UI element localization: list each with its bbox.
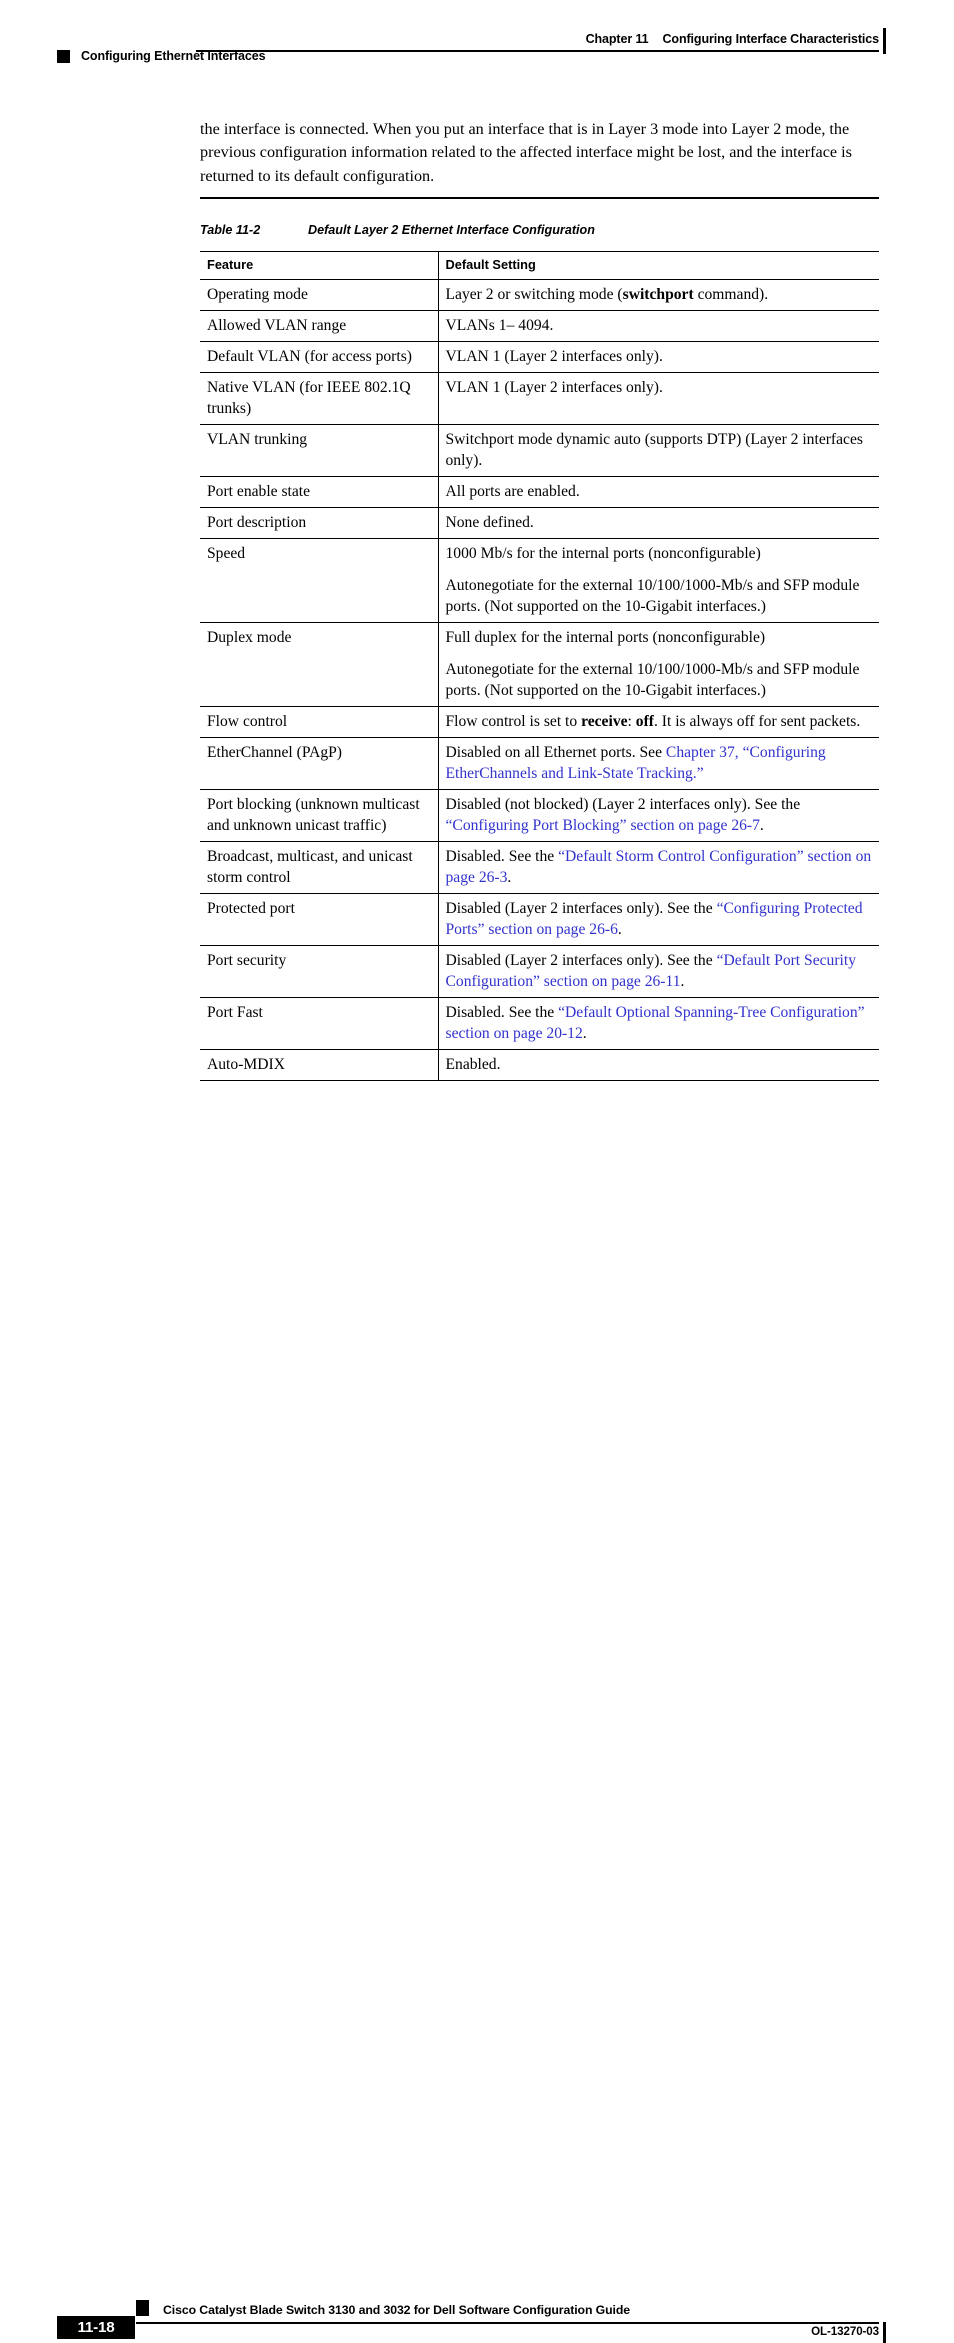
cell-feature: Protected port [200, 893, 438, 946]
header-chapter-info: Chapter 11 Configuring Interface Characte… [585, 32, 880, 46]
table-caption-number: Table 11-2 [200, 222, 261, 237]
table-row: Broadcast, multicast, and unicast storm … [200, 841, 879, 894]
cell-feature: Auto-MDIX [200, 1049, 438, 1081]
cell-default-setting: Disabled. See the “Default Storm Control… [437, 841, 879, 894]
cell-feature: Operating mode [200, 279, 438, 311]
header-chapter-title: Configuring Interface Characteristics [662, 32, 880, 46]
column-header-default-setting: Default Setting [437, 250, 879, 280]
page-header: Chapter 11 Configuring Interface Characte… [0, 0, 954, 80]
cell-feature: Port Fast [200, 997, 438, 1050]
table-row: Port enable state All ports are enabled. [200, 476, 879, 508]
table-header-row: Feature Default Setting [200, 250, 879, 280]
table-row: Port blocking (unknown multicast and unk… [200, 789, 879, 842]
table-caption-title: Default Layer 2 Ethernet Interface Confi… [308, 222, 595, 237]
cell-feature: Port blocking (unknown multicast and unk… [200, 789, 438, 842]
page-footer: Cisco Catalyst Blade Switch 3130 and 303… [0, 1145, 954, 2343]
cell-default-setting: None defined. [437, 507, 879, 539]
footer-end-bar [883, 2322, 886, 2343]
cell-default-setting: VLAN 1 (Layer 2 interfaces only). [437, 372, 879, 425]
header-end-bar [883, 28, 886, 54]
cell-default-setting: Disabled (Layer 2 interfaces only). See … [437, 945, 879, 998]
cell-feature: Port enable state [200, 476, 438, 508]
header-chapter-number: Chapter 11 [585, 32, 649, 46]
table-row: Auto-MDIX Enabled. [200, 1049, 879, 1081]
table-row: Flow control Flow control is set to recei… [200, 706, 879, 738]
cell-default-setting: 1000 Mb/s for the internal ports (noncon… [437, 538, 879, 623]
cell-default-setting: Disabled (Layer 2 interfaces only). See … [437, 893, 879, 946]
footer-page-number: 11-18 [57, 2316, 135, 2339]
cell-feature: VLAN trunking [200, 424, 438, 477]
default-config-table: Feature Default Setting Operating mode La… [200, 250, 879, 1081]
table-row: Speed 1000 Mb/s for the internal ports (n… [200, 538, 879, 623]
cell-feature: EtherChannel (PAgP) [200, 737, 438, 790]
cell-feature: Broadcast, multicast, and unicast storm … [200, 841, 438, 894]
column-header-feature: Feature [200, 250, 438, 280]
cell-feature: Port description [200, 507, 438, 539]
footer-document-title: Cisco Catalyst Blade Switch 3130 and 303… [163, 2303, 631, 2317]
page-content: the interface is connected. When you put… [200, 118, 879, 1081]
table-row: Port description None defined. [200, 507, 879, 539]
table-head: Feature Default Setting [200, 250, 879, 280]
cell-default-setting: Disabled on all Ethernet ports. See Chap… [437, 737, 879, 790]
cell-default-setting: Enabled. [437, 1049, 879, 1081]
table-row: Duplex mode Full duplex for the internal … [200, 622, 879, 707]
table-row: Protected port Disabled (Layer 2 interfac… [200, 893, 879, 946]
table-body: Operating mode Layer 2 or switching mode … [200, 279, 879, 1081]
cell-default-setting: VLANs 1– 4094. [437, 310, 879, 342]
table-row: EtherChannel (PAgP) Disabled on all Ether… [200, 737, 879, 790]
table-row: Default VLAN (for access ports) VLAN 1 (L… [200, 341, 879, 373]
cell-default-setting: Disabled (not blocked) (Layer 2 interfac… [437, 789, 879, 842]
header-section: Configuring Ethernet Interfaces [57, 49, 266, 63]
table-row: VLAN trunking Switchport mode dynamic aut… [200, 424, 879, 477]
body-paragraph: the interface is connected. When you put… [200, 120, 852, 185]
section-marker-icon [57, 49, 70, 63]
footer-marker-icon [136, 2300, 149, 2316]
header-section-title: Configuring Ethernet Interfaces [81, 49, 266, 63]
table-row: Port Fast Disabled. See the “Default Opti… [200, 997, 879, 1050]
cell-default-setting: VLAN 1 (Layer 2 interfaces only). [437, 341, 879, 373]
cell-default-setting: Layer 2 or switching mode (switchport co… [437, 279, 879, 311]
table-row: Port security Disabled (Layer 2 interface… [200, 945, 879, 998]
cell-default-setting: Switchport mode dynamic auto (supports D… [437, 424, 879, 477]
cell-feature: Duplex mode [200, 622, 438, 707]
cell-feature: Speed [200, 538, 438, 623]
footer-rule [136, 2322, 879, 2324]
table-row: Operating mode Layer 2 or switching mode … [200, 279, 879, 311]
cell-default-setting: Flow control is set to receive: off. It … [437, 706, 879, 738]
cell-default-setting: Full duplex for the internal ports (nonc… [437, 622, 879, 707]
cell-feature: Flow control [200, 706, 438, 738]
footer-document-id: OL-13270-03 [811, 2325, 879, 2338]
table-row: Native VLAN (for IEEE 802.1Q trunks) VLAN… [200, 372, 879, 425]
cell-feature: Port security [200, 945, 438, 998]
cell-feature: Default VLAN (for access ports) [200, 341, 438, 373]
cell-feature: Allowed VLAN range [200, 310, 438, 342]
cell-feature: Native VLAN (for IEEE 802.1Q trunks) [200, 372, 438, 425]
header-rule [196, 50, 879, 52]
table-row: Allowed VLAN range VLANs 1– 4094. [200, 310, 879, 342]
cell-default-setting: All ports are enabled. [437, 476, 879, 508]
paragraph-divider [200, 197, 879, 199]
cell-default-setting: Disabled. See the “Default Optional Span… [437, 997, 879, 1050]
table-caption: Table 11-2 Default Layer 2 Ethernet Inte… [200, 223, 879, 237]
